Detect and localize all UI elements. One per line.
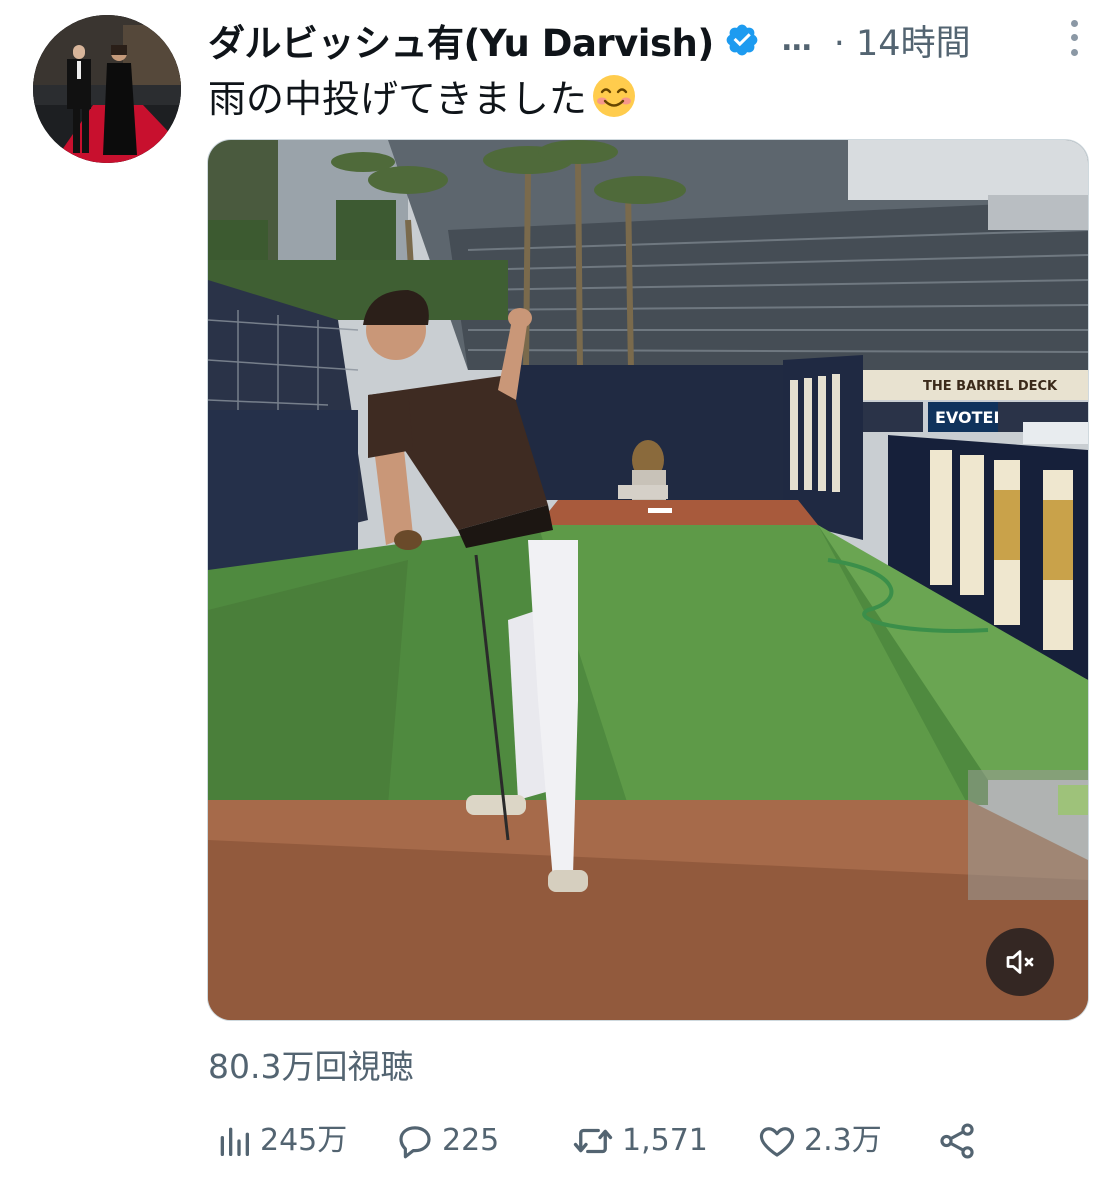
verified-badge-icon[interactable] [724,22,760,58]
reply-count: 225 [442,1123,500,1158]
analytics-count: 245万 [260,1123,348,1158]
smiling-face-emoji-icon [591,73,637,119]
avatar[interactable] [33,15,181,163]
analytics-button[interactable]: 245万 [214,1113,347,1169]
video-player[interactable]: THE BARREL DECK EVOTEK [207,139,1089,1021]
tweet-header: ダルビッシュ有(Yu Darvish) … · 14時間 [208,12,1089,68]
reply-bubble-icon [399,1126,431,1159]
view-count: 80.3万回視聴 [208,1047,414,1086]
share-icon [940,1123,974,1159]
sign-evotek: EVOTEK [935,408,1006,427]
repost-arrows-icon [573,1128,613,1154]
share-button[interactable] [936,1113,984,1169]
separator-dot: · [833,23,845,64]
time-text: 14時間 [856,23,971,64]
tweet-text-content: 雨の中投げてきました [208,77,587,121]
timestamp[interactable]: · 14時間 [834,15,971,66]
video-frame: THE BARREL DECK EVOTEK [208,140,1088,1020]
analytics-bar-icon [220,1127,249,1156]
like-button[interactable]: 2.3万 [756,1113,882,1169]
mute-button[interactable] [986,928,1054,996]
tweet-text: 雨の中投げてきました [208,68,637,123]
action-bar: 245万 225 1,571 2.3万 [208,1113,988,1169]
reply-button[interactable]: 225 [394,1113,499,1169]
volume-muted-icon [1006,950,1034,974]
tweet: ダルビッシュ有(Yu Darvish) … · 14時間 雨の中投げてきました [0,0,1119,1200]
heart-icon [759,1127,795,1157]
more-options-icon[interactable] [1059,16,1089,60]
avatar-photo-icon [33,15,181,163]
repost-count: 1,571 [622,1123,708,1158]
display-name[interactable]: ダルビッシュ有(Yu Darvish) [208,13,714,67]
name-ellipsis: … [781,22,812,58]
sign-barrel-deck: THE BARREL DECK [923,379,1058,394]
repost-button[interactable]: 1,571 [570,1113,708,1169]
like-count: 2.3万 [804,1123,882,1158]
